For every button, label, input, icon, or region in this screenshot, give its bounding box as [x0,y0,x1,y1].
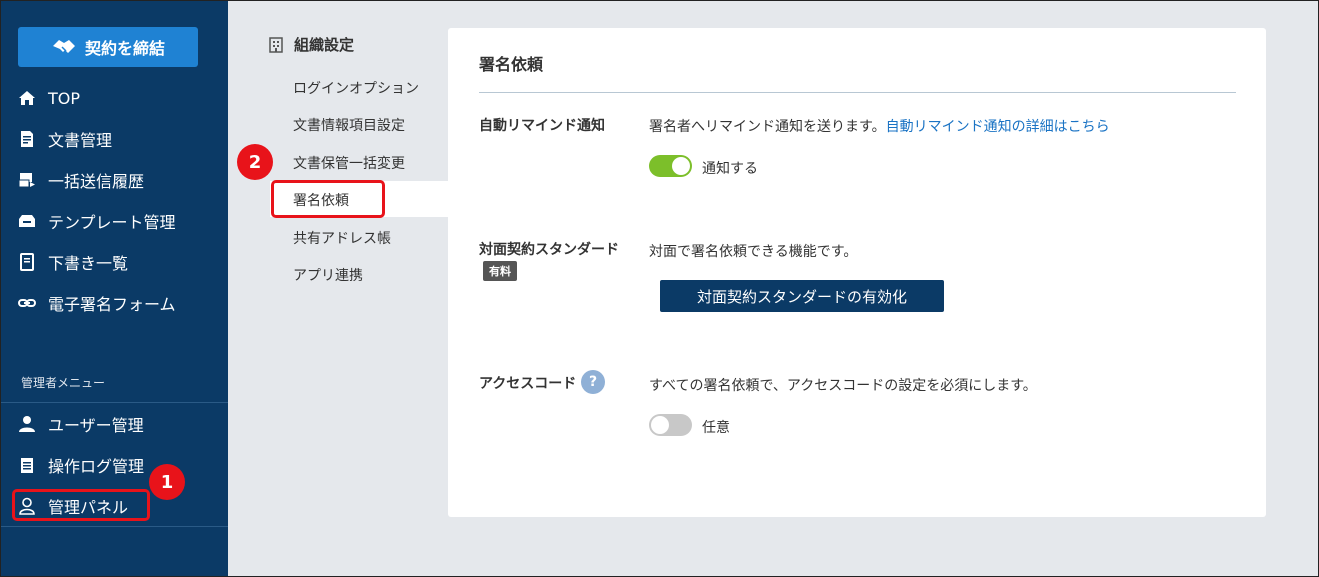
sidebar-item-label: 文書管理 [48,131,113,150]
sidebar-item-label: TOP [48,88,81,108]
reminder-details-link[interactable]: 自動リマインド通知の詳細はこちら [886,119,1110,135]
admin-menu-heading: 管理者メニュー [21,376,106,390]
contract-button[interactable]: 契約を締結 [18,27,198,67]
link-icon [17,293,37,313]
user-icon [17,414,37,434]
sidebar-item-label: 下書き一覧 [48,254,129,273]
draft-icon [17,252,37,272]
bulk-send-icon [17,170,37,190]
template-icon [17,211,37,231]
building-icon [269,36,283,53]
access-code-toggle-label: 任意 [702,420,730,436]
face-to-face-description: 対面で署名依頼できる機能です。 [649,244,858,260]
document-icon [17,129,37,149]
submenu-item-document-fields[interactable]: 文書情報項目設定 [293,115,405,135]
admin-panel-icon [17,496,37,516]
panel-title: 署名依頼 [479,55,544,74]
submenu-item-login-options[interactable]: ログインオプション [293,78,419,98]
reminder-toggle-label: 通知する [702,161,758,177]
callout-number-1: 1 [149,464,185,500]
face-to-face-label: 対面契約スタンダード [479,242,619,258]
sidebar-item-label: 管理パネル [48,498,129,517]
sidebar-item-label: ユーザー管理 [48,416,144,435]
reminder-description: 署名者へリマインド通知を送ります。自動リマインド通知の詳細はこちら [649,116,1110,136]
sidebar-item-admin-panel[interactable]: 管理パネル [0,488,228,524]
sidebar-item-label: テンプレート管理 [48,213,176,232]
access-code-description: すべての署名依頼で、アクセスコードの設定を必須にします。 [649,378,1037,394]
settings-panel: 署名依頼 自動リマインド通知 署名者へリマインド通知を送ります。自動リマインド通… [448,28,1266,517]
divider [0,526,228,527]
sidebar-item-label: 操作ログ管理 [48,457,145,476]
divider [479,92,1236,93]
sidebar-item-drafts[interactable]: 下書き一覧 [0,244,228,280]
handshake-icon [52,40,75,53]
submenu-item-shared-address-book[interactable]: 共有アドレス帳 [293,228,391,248]
sidebar-item-label: 電子署名フォーム [48,295,176,314]
enable-face-to-face-button[interactable]: 対面契約スタンダードの有効化 [660,280,944,312]
sidebar-item-bulk-send[interactable]: 一括送信履歴 [0,162,228,198]
sidebar: 契約を締結 TOP 文書管理 一括送信履歴 テンプレート管理 下書き一覧 電子署… [0,0,228,577]
submenu-item-signature-request[interactable]: 署名依頼 [293,190,349,210]
sidebar-item-templates[interactable]: テンプレート管理 [0,203,228,239]
sidebar-item-top[interactable]: TOP [0,80,228,116]
toggle-knob [651,416,669,434]
sidebar-item-documents[interactable]: 文書管理 [0,121,228,157]
submenu-title: 組織設定 [268,34,354,55]
sidebar-item-users[interactable]: ユーザー管理 [0,406,228,442]
home-icon [17,88,37,108]
reminder-desc-text: 署名者へリマインド通知を送ります。 [649,119,886,135]
reminder-toggle[interactable] [649,155,692,177]
submenu-item-app-integration[interactable]: アプリ連携 [293,265,363,285]
log-icon [17,455,37,475]
sidebar-item-label: 一括送信履歴 [48,172,145,191]
reminder-label: 自動リマインド通知 [479,118,605,134]
toggle-knob [672,157,690,175]
callout-number-2: 2 [237,144,273,180]
help-icon[interactable]: ? [581,370,605,394]
divider [0,402,228,403]
paid-badge: 有料 [483,261,517,281]
access-code-label: アクセスコード [479,376,577,392]
access-code-toggle[interactable] [649,414,692,436]
sidebar-item-operation-log[interactable]: 操作ログ管理 [0,447,228,483]
sidebar-item-esign-form[interactable]: 電子署名フォーム [0,285,228,321]
submenu-title-label: 組織設定 [294,36,355,54]
submenu-item-bulk-storage-change[interactable]: 文書保管一括変更 [293,153,405,173]
contract-button-label: 契約を締結 [84,39,165,58]
